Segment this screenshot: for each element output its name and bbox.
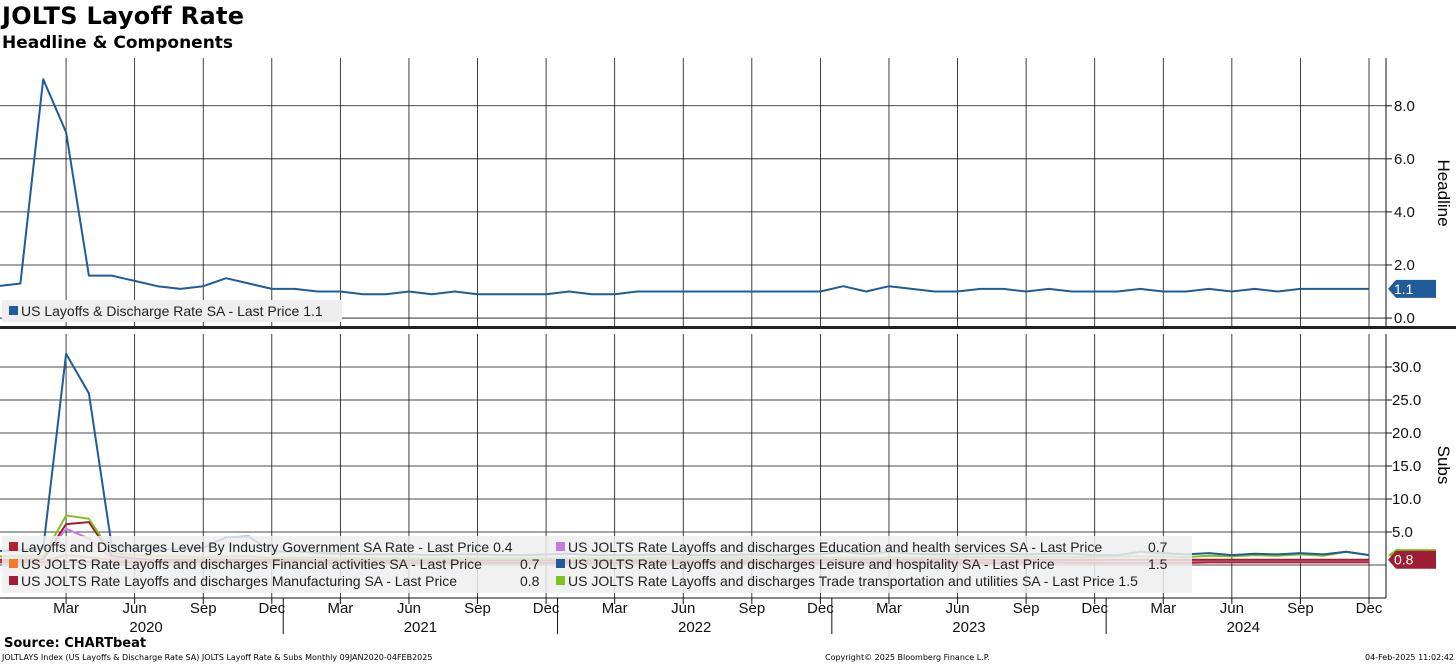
top-panel-legend: US Layoffs & Discharge Rate SA - Last Pr… <box>2 300 342 322</box>
chart-canvas: 0.0 2.0 4.0 6.0 8.0 Headline US Layoffs & Di… <box>0 58 1456 636</box>
top-last-value-text: 1.1 <box>1394 281 1414 297</box>
x-year-label: 2020 <box>129 619 162 636</box>
x-tick-label: Jun <box>671 600 695 617</box>
top-y-tick-label: 2.0 <box>1394 257 1415 274</box>
bottom-y-tick-label: 30.0 <box>1392 359 1421 376</box>
x-tick-label: Sep <box>190 600 217 617</box>
legend-label-trade-transport: US JOLTS Rate Layoffs and discharges Tra… <box>568 573 1138 589</box>
legend-value-education-health: 0.7 <box>1148 539 1168 555</box>
x-tick-label: Mar <box>327 600 353 617</box>
x-tick-label: Dec <box>258 600 285 617</box>
bottom-panel-legend: Layoffs and Discharges Level By Industry… <box>2 536 1192 593</box>
x-tick-label: Sep <box>1287 600 1314 617</box>
bottom-y-tick-label: 5.0 <box>1392 524 1413 541</box>
x-tick-label: Mar <box>876 600 902 617</box>
x-tick-label: Mar <box>602 600 628 617</box>
bottom-last-value-tag: 0.8 <box>1388 549 1436 569</box>
legend-swatch-manufacturing <box>9 576 18 585</box>
x-year-label: 2022 <box>678 619 711 636</box>
top-panel-grid <box>0 58 1387 326</box>
legend-swatch-trade-transport <box>556 576 565 585</box>
legend-swatch-education-health <box>556 542 565 551</box>
legend-label-manufacturing: US JOLTS Rate Layoffs and discharges Man… <box>21 573 457 589</box>
top-last-value-tag: 1.1 <box>1388 279 1436 298</box>
legend-swatch-government <box>9 542 18 551</box>
x-tick-label: Jun <box>123 600 147 617</box>
bottom-y-tick-label: 20.0 <box>1392 425 1421 442</box>
x-tick-label: Mar <box>53 600 79 617</box>
source-note: Source: CHARTbeat <box>4 636 147 651</box>
top-panel-y-axis-label: Headline <box>1434 159 1453 226</box>
top-legend-label-headline: US Layoffs & Discharge Rate SA - Last Pr… <box>21 303 323 319</box>
legend-value-leisure-hospitality: 1.5 <box>1148 556 1168 572</box>
legend-label-education-health: US JOLTS Rate Layoffs and discharges Edu… <box>568 539 1102 555</box>
x-tick-label: Mar <box>1150 600 1176 617</box>
top-legend-swatch-headline <box>9 306 18 315</box>
legend-swatch-leisure-hospitality <box>556 559 565 568</box>
bottom-y-tick-label: 10.0 <box>1392 491 1421 508</box>
x-tick-label: Dec <box>807 600 834 617</box>
x-tick-label: Sep <box>464 600 491 617</box>
top-y-tick-label: 6.0 <box>1394 151 1415 168</box>
legend-swatch-financial <box>9 559 18 568</box>
x-year-label: 2023 <box>952 619 985 636</box>
bottom-y-tick-label: 25.0 <box>1392 392 1421 409</box>
legend-label-leisure-hospitality: US JOLTS Rate Layoffs and discharges Lei… <box>568 556 1055 572</box>
top-y-tick-label: 4.0 <box>1394 204 1415 221</box>
x-year-label: 2024 <box>1227 619 1260 636</box>
legend-label-government: Layoffs and Discharges Level By Industry… <box>21 539 513 555</box>
x-tick-label: Jun <box>397 600 421 617</box>
x-tick-label: Jun <box>1220 600 1244 617</box>
bottom-panel-y-axis: 5.0 10.0 15.0 20.0 25.0 30.0 <box>1386 359 1421 541</box>
legend-value-financial: 0.7 <box>520 556 540 572</box>
x-tick-label: Dec <box>533 600 560 617</box>
x-tick-label: Dec <box>1356 600 1383 617</box>
bottom-panel-y-axis-label: Subs <box>1434 446 1453 485</box>
bottom-last-value-text: 0.8 <box>1394 552 1414 568</box>
bottom-y-tick-label: 15.0 <box>1392 458 1421 475</box>
panel-divider <box>0 326 1456 329</box>
legend-value-manufacturing: 0.8 <box>520 573 540 589</box>
footer-info: JOLTLAYS Index (US Layoffs & Discharge R… <box>2 653 433 662</box>
x-tick-label: Jun <box>945 600 969 617</box>
x-axis: Mar Jun Sep Dec Mar Jun Sep Dec Mar Jun Sep Dec Mar J… <box>0 597 1386 636</box>
x-tick-label: Dec <box>1081 600 1108 617</box>
x-year-label: 2021 <box>404 619 437 636</box>
x-tick-label: Sep <box>738 600 765 617</box>
legend-label-financial: US JOLTS Rate Layoffs and discharges Fin… <box>21 556 482 572</box>
top-y-tick-label: 0.0 <box>1394 310 1415 327</box>
top-y-tick-label: 8.0 <box>1394 98 1415 115</box>
footer-timestamp: 04-Feb-2025 11:02:42 <box>1365 653 1454 662</box>
x-tick-label: Sep <box>1013 600 1040 617</box>
footer-copyright: Copyright© 2025 Bloomberg Finance L.P. <box>825 653 990 662</box>
